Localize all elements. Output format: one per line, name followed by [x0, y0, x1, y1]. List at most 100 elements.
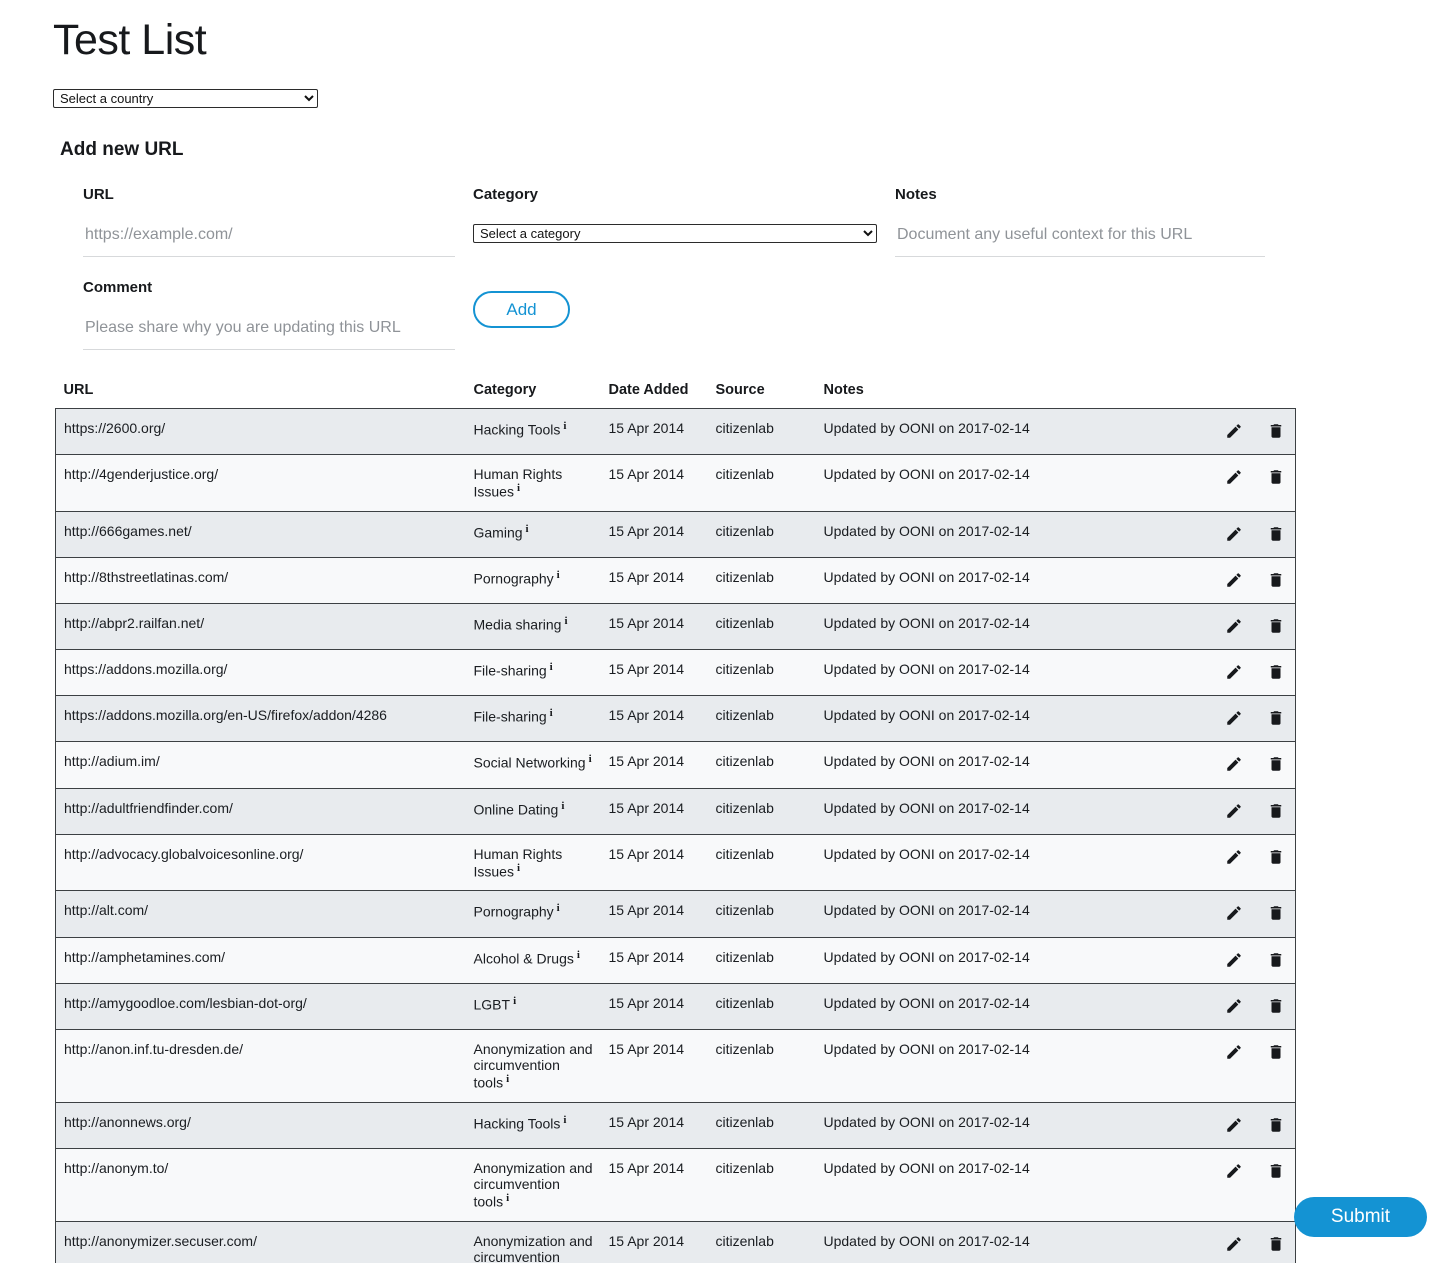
info-icon[interactable]: i	[517, 862, 520, 874]
delete-button[interactable]	[1265, 661, 1287, 683]
edit-button[interactable]	[1223, 1160, 1245, 1182]
table-row: http://anonym.to/ Anonymization and circ…	[56, 1148, 1296, 1221]
url-cell: http://abpr2.railfan.net/	[56, 604, 466, 650]
edit-button[interactable]	[1223, 902, 1245, 924]
pencil-icon	[1225, 755, 1243, 773]
edit-button[interactable]	[1223, 949, 1245, 971]
category-cell: Anonymization and circumvention toolsi	[466, 1029, 601, 1102]
edit-button[interactable]	[1223, 523, 1245, 545]
date-added-cell: 15 Apr 2014	[601, 1029, 708, 1102]
info-icon[interactable]: i	[506, 1073, 509, 1085]
source-column-header: Source	[708, 382, 816, 409]
edit-button[interactable]	[1223, 1041, 1245, 1063]
url-cell: http://amygoodloe.com/lesbian-dot-org/	[56, 983, 466, 1029]
table-row: https://addons.mozilla.org/ File-sharing…	[56, 650, 1296, 696]
delete-button[interactable]	[1265, 466, 1287, 488]
edit-cell	[1211, 1148, 1253, 1221]
notes-cell: Updated by OONI on 2017-02-14	[816, 834, 1211, 891]
info-icon[interactable]: i	[577, 949, 580, 961]
delete-cell	[1253, 834, 1296, 891]
notes-input[interactable]	[895, 224, 1265, 257]
delete-button[interactable]	[1265, 846, 1287, 868]
edit-button[interactable]	[1223, 569, 1245, 591]
pencil-icon	[1225, 951, 1243, 969]
delete-button[interactable]	[1265, 523, 1287, 545]
edit-button[interactable]	[1223, 1233, 1245, 1255]
pencil-icon	[1225, 848, 1243, 866]
pencil-icon	[1225, 997, 1243, 1015]
country-select[interactable]: Select a country	[53, 89, 318, 108]
edit-button[interactable]	[1223, 753, 1245, 775]
edit-button[interactable]	[1223, 420, 1245, 442]
info-icon[interactable]: i	[563, 1114, 566, 1126]
edit-cell	[1211, 788, 1253, 834]
edit-button[interactable]	[1223, 707, 1245, 729]
info-icon[interactable]: i	[506, 1192, 509, 1204]
info-icon[interactable]: i	[564, 615, 567, 627]
info-icon[interactable]: i	[526, 523, 529, 535]
info-icon[interactable]: i	[513, 995, 516, 1007]
delete-button[interactable]	[1265, 1233, 1287, 1255]
delete-button[interactable]	[1265, 1041, 1287, 1063]
table-row: http://4genderjustice.org/ Human Rights …	[56, 455, 1296, 512]
delete-button[interactable]	[1265, 707, 1287, 729]
category-label: Pornography	[474, 571, 554, 587]
delete-button[interactable]	[1265, 902, 1287, 924]
edit-button[interactable]	[1223, 800, 1245, 822]
notes-cell: Updated by OONI on 2017-02-14	[816, 455, 1211, 512]
category-cell: Social Networkingi	[466, 742, 601, 788]
delete-button[interactable]	[1265, 949, 1287, 971]
source-cell: citizenlab	[708, 1102, 816, 1148]
notes-cell: Updated by OONI on 2017-02-14	[816, 1029, 1211, 1102]
category-select[interactable]: Select a category	[473, 224, 877, 243]
delete-button[interactable]	[1265, 800, 1287, 822]
delete-button[interactable]	[1265, 753, 1287, 775]
category-cell: Human Rights Issuesi	[466, 834, 601, 891]
category-label: File-sharing	[474, 663, 547, 679]
category-label: Gaming	[474, 525, 523, 541]
info-icon[interactable]: i	[589, 753, 592, 765]
info-icon[interactable]: i	[557, 569, 560, 581]
delete-button[interactable]	[1265, 569, 1287, 591]
delete-button[interactable]	[1265, 1160, 1287, 1182]
edit-button[interactable]	[1223, 846, 1245, 868]
date-added-cell: 15 Apr 2014	[601, 409, 708, 455]
info-icon[interactable]: i	[517, 482, 520, 494]
edit-button[interactable]	[1223, 1114, 1245, 1136]
submit-button[interactable]: Submit	[1294, 1197, 1427, 1237]
info-icon[interactable]: i	[550, 661, 553, 673]
notes-cell: Updated by OONI on 2017-02-14	[816, 788, 1211, 834]
notes-cell: Updated by OONI on 2017-02-14	[816, 558, 1211, 604]
info-icon[interactable]: i	[561, 800, 564, 812]
source-cell: citizenlab	[708, 1221, 816, 1263]
url-cell: http://anon.inf.tu-dresden.de/	[56, 1029, 466, 1102]
delete-button[interactable]	[1265, 615, 1287, 637]
delete-button[interactable]	[1265, 1114, 1287, 1136]
url-column-header: URL	[56, 382, 466, 409]
comment-input[interactable]	[83, 317, 455, 350]
info-icon[interactable]: i	[563, 420, 566, 432]
category-label: Hacking Tools	[474, 1115, 561, 1131]
delete-button[interactable]	[1265, 995, 1287, 1017]
url-input[interactable]	[83, 224, 455, 257]
url-cell: https://addons.mozilla.org/	[56, 650, 466, 696]
date-added-cell: 15 Apr 2014	[601, 834, 708, 891]
category-cell: File-sharingi	[466, 650, 601, 696]
url-cell: http://advocacy.globalvoicesonline.org/	[56, 834, 466, 891]
notes-cell: Updated by OONI on 2017-02-14	[816, 511, 1211, 557]
test-list-page: Test List Select a country Add new URL U…	[0, 16, 1446, 1263]
edit-button[interactable]	[1223, 995, 1245, 1017]
delete-cell	[1253, 696, 1296, 742]
edit-button[interactable]	[1223, 661, 1245, 683]
url-cell: http://anonymizer.secuser.com/	[56, 1221, 466, 1263]
category-cell: Anonymization and circumvention toolsi	[466, 1221, 601, 1263]
delete-button[interactable]	[1265, 420, 1287, 442]
delete-cell	[1253, 742, 1296, 788]
edit-button[interactable]	[1223, 466, 1245, 488]
pencil-icon	[1225, 1043, 1243, 1061]
url-cell: http://amphetamines.com/	[56, 937, 466, 983]
edit-button[interactable]	[1223, 615, 1245, 637]
info-icon[interactable]: i	[550, 707, 553, 719]
info-icon[interactable]: i	[557, 902, 560, 914]
add-button[interactable]: Add	[473, 291, 570, 328]
